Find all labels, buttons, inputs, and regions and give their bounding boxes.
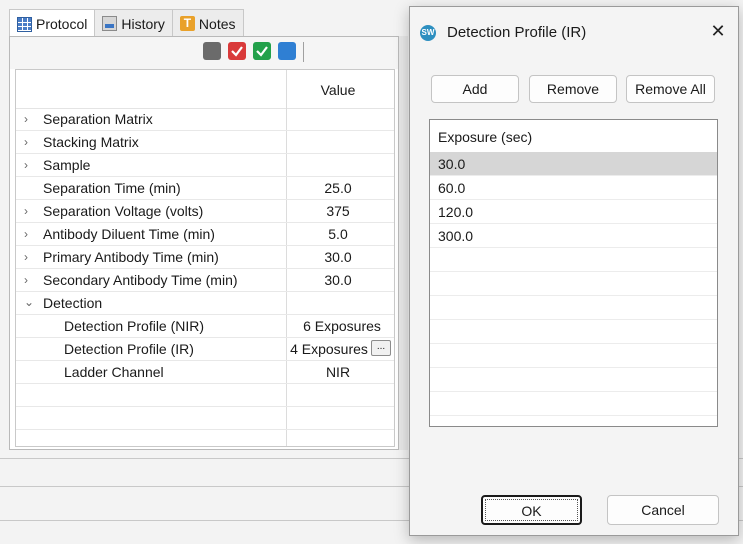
chevron-right-icon[interactable]: › [24, 273, 34, 287]
remove-all-button[interactable]: Remove All [626, 75, 715, 103]
row-value[interactable]: 4 Exposures [286, 341, 372, 357]
grid-row-separation-matrix[interactable]: › Separation Matrix [16, 108, 394, 131]
tab-notes[interactable]: T Notes [171, 9, 244, 37]
grid-row-secondary-antibody-time[interactable]: › Secondary Antibody Time (min) 30.0 [16, 269, 394, 292]
exposure-column-header: Exposure (sec) [430, 120, 717, 153]
list-item[interactable]: 30.0 [430, 152, 717, 176]
row-value[interactable]: 25.0 [288, 180, 388, 196]
notes-icon: T [179, 16, 195, 31]
protocol-toolbar [10, 37, 398, 69]
row-name: Stacking Matrix [43, 134, 139, 150]
row-name: Antibody Diluent Time (min) [43, 226, 215, 242]
protocol-panel: Value › Separation Matrix › Stacking Mat… [9, 36, 399, 450]
protocol-grid-icon [17, 16, 32, 32]
tab-notes-label: Notes [198, 15, 236, 32]
list-item-empty [430, 392, 717, 416]
red-check-button[interactable] [228, 42, 246, 60]
tab-protocol-label: Protocol [36, 16, 88, 32]
exposure-value: 120.0 [438, 204, 474, 220]
scrollbar[interactable] [399, 36, 408, 450]
grid-row-primary-antibody-time[interactable]: › Primary Antibody Time (min) 30.0 [16, 246, 394, 269]
grid-row-detection[interactable]: ⌄ Detection [16, 292, 394, 315]
row-name: Detection [43, 295, 103, 311]
check-icon [231, 46, 243, 57]
row-name: Separation Voltage (volts) [43, 203, 204, 219]
grid-row-empty [16, 407, 394, 430]
row-value[interactable]: 30.0 [288, 249, 388, 265]
cancel-button[interactable]: Cancel [607, 495, 719, 525]
green-check-button[interactable] [253, 42, 271, 60]
blue-square-button[interactable] [278, 42, 296, 60]
list-item-empty [430, 320, 717, 344]
row-value[interactable]: 30.0 [288, 272, 388, 288]
grid-row-detection-profile-ir[interactable]: Detection Profile (IR) 4 Exposures ... [16, 338, 394, 361]
grid-row-empty [16, 384, 394, 407]
row-name: Ladder Channel [64, 364, 164, 380]
chevron-right-icon[interactable]: › [24, 227, 34, 241]
list-item[interactable]: 60.0 [430, 176, 717, 200]
app-logo-icon: SW [420, 25, 436, 41]
ok-button[interactable]: OK [481, 495, 582, 525]
tab-protocol[interactable]: Protocol [9, 9, 96, 38]
remove-button[interactable]: Remove [529, 75, 617, 103]
row-value[interactable]: 6 Exposures [292, 318, 392, 334]
exposure-value: 30.0 [438, 156, 466, 172]
grid-row-detection-profile-nir[interactable]: Detection Profile (NIR) 6 Exposures [16, 315, 394, 338]
list-item[interactable]: 300.0 [430, 224, 717, 248]
list-item-empty [430, 272, 717, 296]
row-name: Separation Matrix [43, 111, 153, 127]
row-value[interactable]: 5.0 [288, 226, 388, 242]
list-item-empty [430, 344, 717, 368]
chevron-down-icon[interactable]: ⌄ [24, 295, 34, 309]
history-icon [102, 16, 118, 31]
grid-row-stacking-matrix[interactable]: › Stacking Matrix [16, 131, 394, 154]
list-item-empty [430, 296, 717, 320]
chevron-right-icon[interactable]: › [24, 158, 34, 172]
chevron-right-icon[interactable]: › [24, 135, 34, 149]
list-item-empty [430, 248, 717, 272]
list-item[interactable]: 120.0 [430, 200, 717, 224]
close-icon[interactable]: ✕ [706, 19, 730, 43]
add-button[interactable]: Add [431, 75, 519, 103]
grid-row-antibody-diluent-time[interactable]: › Antibody Diluent Time (min) 5.0 [16, 223, 394, 246]
grid-row-separation-voltage[interactable]: › Separation Voltage (volts) 375 [16, 200, 394, 223]
chevron-right-icon[interactable]: › [24, 250, 34, 264]
tab-bar: Protocol History T Notes [9, 9, 244, 38]
grid-row-ladder-channel[interactable]: Ladder Channel NIR [16, 361, 394, 384]
exposure-list[interactable]: Exposure (sec) 30.0 60.0 120.0 300.0 [429, 119, 718, 427]
list-item-empty [430, 368, 717, 392]
toolbar-separator [303, 42, 304, 62]
chevron-right-icon[interactable]: › [24, 112, 34, 126]
property-grid: Value › Separation Matrix › Stacking Mat… [15, 69, 395, 447]
tab-history[interactable]: History [94, 9, 173, 37]
ellipsis-button[interactable]: ... [371, 340, 391, 356]
grid-row-separation-time[interactable]: Separation Time (min) 25.0 [16, 177, 394, 200]
stop-button[interactable] [203, 42, 221, 60]
grid-header: Value [16, 70, 394, 109]
row-value[interactable]: 375 [288, 203, 388, 219]
row-name: Secondary Antibody Time (min) [43, 272, 238, 288]
dialog-title: Detection Profile (IR) [447, 24, 587, 41]
row-name: Detection Profile (IR) [64, 341, 194, 357]
exposure-value: 300.0 [438, 228, 474, 244]
row-name: Primary Antibody Time (min) [43, 249, 219, 265]
chevron-right-icon[interactable]: › [24, 204, 34, 218]
dialog-title-bar: SW Detection Profile (IR) ✕ [410, 7, 738, 59]
row-name: Detection Profile (NIR) [64, 318, 205, 334]
grid-row-sample[interactable]: › Sample [16, 154, 394, 177]
exposure-value: 60.0 [438, 180, 466, 196]
row-value[interactable]: NIR [288, 364, 388, 380]
detection-profile-dialog: SW Detection Profile (IR) ✕ Add Remove R… [409, 6, 739, 536]
row-name: Separation Time (min) [43, 180, 181, 196]
check-icon [256, 46, 268, 57]
value-column-header: Value [320, 82, 356, 98]
row-name: Sample [43, 157, 91, 173]
exposure-header-label: Exposure (sec) [438, 129, 533, 145]
tab-history-label: History [121, 15, 165, 32]
